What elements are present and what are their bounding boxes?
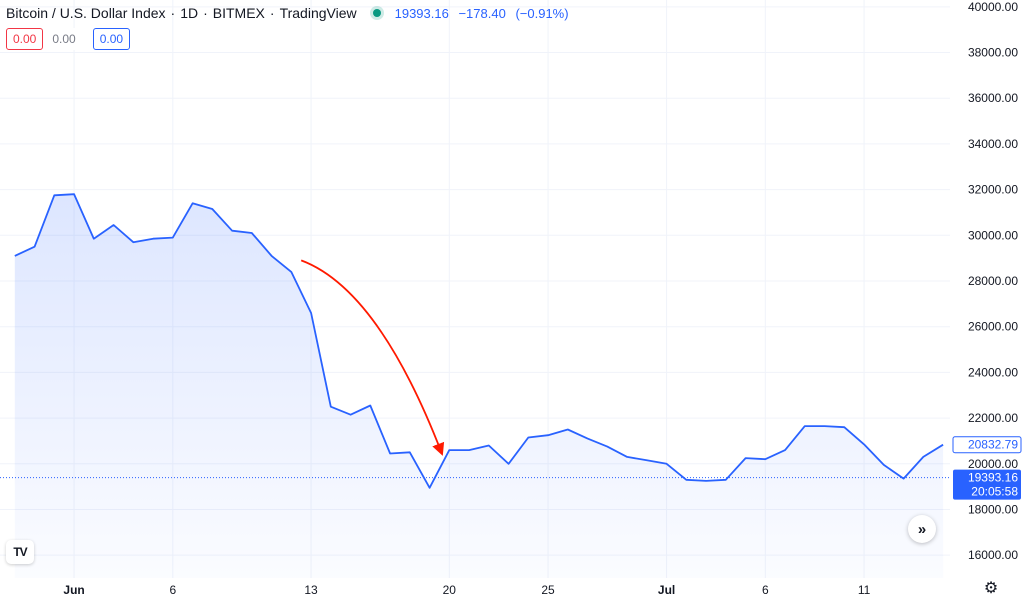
y-tick-label: 16000.00 [968,548,1018,562]
change-percent: (−0.91%) [515,5,569,21]
x-tick-label: 20 [443,583,457,597]
separator-dot: · [203,5,208,21]
y-tick-label: 28000.00 [968,274,1018,288]
y-tick-label: 40000.00 [968,0,1018,14]
ref-price-label: 20832.79 [968,438,1018,452]
x-tick-label: 11 [858,583,871,597]
x-tick-label: 13 [304,583,318,597]
y-tick-label: 24000.00 [968,365,1018,379]
y-tick-label: 30000.00 [968,228,1018,242]
y-tick-label: 22000.00 [968,411,1018,425]
y-tick-label: 34000.00 [968,137,1018,151]
y-tick-label: 36000.00 [968,91,1018,105]
exchange-label: BITMEX [212,5,265,21]
provider-label: TradingView [279,5,357,21]
chart-header: Bitcoin / U.S. Dollar Index · 1D · BITME… [6,3,575,23]
market-status-icon[interactable] [372,9,381,17]
quote-values: 19393.16 −178.40 (−0.91%) [395,6,575,21]
scroll-to-realtime-button[interactable]: » [908,515,936,543]
y-tick-label: 26000.00 [968,320,1018,334]
y-tick-label: 38000.00 [968,46,1018,60]
sell-button[interactable]: 0.00 [6,28,44,50]
gear-icon[interactable]: ⚙ [982,580,1000,598]
x-tick-label: 25 [541,583,555,597]
y-tick-label: 20000.00 [968,457,1018,471]
x-tick-label: 6 [169,583,176,597]
separator-dot: · [269,5,275,21]
trade-badges: 0.00 0.00 0.00 [6,28,138,50]
y-tick-label: 32000.00 [968,183,1018,197]
x-tick-label: Jun [63,583,84,597]
tradingview-logo-icon[interactable]: TV [6,540,34,564]
buy-button[interactable]: 0.00 [92,28,131,50]
y-tick-label: 18000.00 [968,502,1018,516]
symbol-name[interactable]: Bitcoin / U.S. Dollar Index [6,5,166,21]
double-chevron-right-icon: » [917,520,927,538]
price-area [14,194,944,578]
spread-value: 0.00 [51,28,77,50]
interval-label[interactable]: 1D [180,5,198,21]
time-axis[interactable]: Jun 6 13 20 25 Jul 6 11 [63,583,870,597]
price-chart[interactable]: Jun 6 13 20 25 Jul 6 11 16000.00 18000.00 20000.0… [0,0,1022,609]
last-price-label: 19393.16 [968,471,1018,485]
x-tick-label: Jul [658,583,675,597]
last-price-value: 19393.16 [394,5,449,21]
countdown-label: 20:05:58 [971,485,1018,499]
x-tick-label: 6 [762,583,769,597]
separator-dot: · [170,5,176,21]
change-value: −178.40 [458,5,506,21]
